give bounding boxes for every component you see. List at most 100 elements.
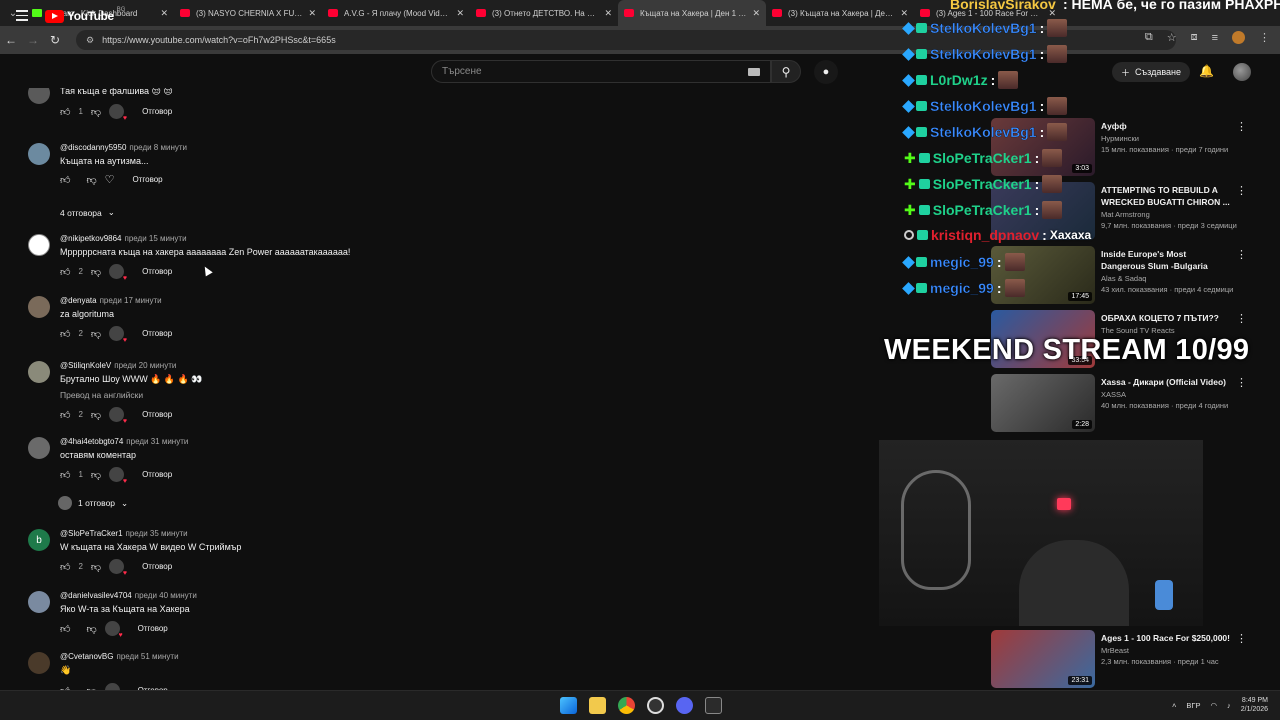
profile-avatar[interactable] bbox=[1232, 31, 1245, 44]
comment-author[interactable]: @StiliqnKoleV bbox=[60, 361, 111, 370]
comment-author[interactable]: @danielvasilev4704 bbox=[60, 591, 132, 600]
video-title[interactable]: ATTEMPTING TO REBUILD A WRECKED BUGATTI … bbox=[1101, 184, 1231, 208]
reply-button[interactable]: Отговор bbox=[142, 470, 172, 479]
reply-button[interactable]: Отговор bbox=[142, 329, 172, 338]
close-tab-icon[interactable]: ✕ bbox=[308, 8, 316, 19]
reply-button[interactable]: Отговор bbox=[142, 267, 172, 276]
commenter-avatar[interactable] bbox=[28, 437, 50, 459]
commenter-avatar[interactable] bbox=[28, 591, 50, 613]
dislike-icon[interactable]: 👎︎ bbox=[86, 174, 96, 186]
like-icon[interactable]: 👍︎ bbox=[60, 266, 70, 278]
channel-name[interactable]: Alas & Sadaq bbox=[1101, 274, 1233, 283]
more-actions-icon[interactable]: ⋮ bbox=[1236, 120, 1247, 133]
dislike-icon[interactable]: 👎︎ bbox=[86, 623, 96, 635]
back-icon[interactable]: ← bbox=[0, 33, 22, 47]
forward-icon[interactable]: → bbox=[22, 33, 44, 47]
commenter-avatar[interactable] bbox=[28, 234, 50, 256]
dislike-icon[interactable]: 👎︎ bbox=[91, 266, 101, 278]
reply-button[interactable]: Отговор bbox=[142, 107, 172, 116]
replies-toggle[interactable]: 1 отговор ⌄ bbox=[58, 496, 128, 510]
comment-time[interactable]: преди 51 минути bbox=[116, 652, 178, 661]
more-actions-icon[interactable]: ⋮ bbox=[1236, 376, 1247, 389]
media-controls-icon[interactable]: ≡ bbox=[1212, 32, 1218, 44]
account-avatar[interactable] bbox=[1233, 63, 1251, 81]
dislike-icon[interactable]: 👎︎ bbox=[91, 106, 101, 118]
comment-time[interactable]: преди 40 минути bbox=[135, 591, 197, 600]
browser-tab[interactable]: Къщата на Хакера | Ден 1 (CA ✕ bbox=[618, 0, 766, 26]
reply-button[interactable]: Отговор bbox=[142, 562, 172, 571]
video-title[interactable]: Ages 1 - 100 Race For $250,000! bbox=[1101, 632, 1231, 644]
browser-tab[interactable]: (3) NASYO CHERNIA X FURY X ✕ bbox=[174, 0, 322, 26]
youtube-logo[interactable]: YouTube BG bbox=[45, 7, 125, 23]
like-icon[interactable]: 👍︎ bbox=[60, 469, 70, 481]
channel-name[interactable]: MrBeast bbox=[1101, 646, 1231, 655]
voice-search-button[interactable]: ● bbox=[814, 60, 838, 84]
like-icon[interactable]: 👍︎ bbox=[60, 328, 70, 340]
site-info-icon[interactable]: ⚙ bbox=[86, 35, 94, 46]
comment-author[interactable]: @SloPeTraCker1 bbox=[60, 529, 123, 538]
open-in-app-icon[interactable]: ⧉ bbox=[1145, 31, 1153, 44]
create-button[interactable]: ＋ Създаване bbox=[1112, 62, 1190, 82]
like-icon[interactable]: 👍︎ bbox=[60, 561, 70, 573]
video-title[interactable]: ОБРАХА КОЦЕТО 7 ПЪТИ?? bbox=[1101, 312, 1231, 324]
volume-icon[interactable]: ♪ bbox=[1227, 701, 1231, 710]
more-actions-icon[interactable]: ⋮ bbox=[1236, 632, 1247, 645]
start-menu-icon[interactable] bbox=[560, 697, 577, 714]
related-video[interactable]: 23:31 Ages 1 - 100 Race For $250,000! MrBe… bbox=[880, 630, 1280, 690]
like-icon[interactable]: 👍︎ bbox=[60, 106, 70, 118]
close-tab-icon[interactable]: ✕ bbox=[900, 8, 908, 19]
address-bar[interactable]: ⚙ https://www.youtube.com/watch?v=oFh7w2… bbox=[76, 30, 1176, 50]
keyboard-icon[interactable] bbox=[748, 67, 760, 76]
video-title[interactable]: Xassa - Дикари (Official Video) bbox=[1101, 376, 1231, 388]
channel-name[interactable]: Нурмински bbox=[1101, 134, 1231, 143]
browser-tab[interactable]: (3) Къщата на Хакера | Ден 1 ✕ bbox=[766, 0, 914, 26]
video-title[interactable]: Ауфф bbox=[1101, 120, 1231, 132]
comment-time[interactable]: преди 35 минути bbox=[126, 529, 188, 538]
related-video[interactable]: 2:28 Xassa - Дикари (Official Video) XASSA… bbox=[880, 374, 1280, 434]
close-tab-icon[interactable]: ✕ bbox=[456, 8, 464, 19]
close-tab-icon[interactable]: ✕ bbox=[752, 8, 760, 19]
tray-chevron-icon[interactable]: ˄ bbox=[1172, 701, 1176, 710]
chrome-icon[interactable] bbox=[618, 697, 635, 714]
menu-icon[interactable] bbox=[16, 10, 28, 24]
comment-author[interactable]: @discodanny5950 bbox=[60, 143, 126, 152]
browser-tab[interactable]: (3) Отнето ДЕТСТВО. На 5 - Yo ✕ bbox=[470, 0, 618, 26]
commenter-avatar[interactable]: b bbox=[28, 529, 50, 551]
video-thumbnail[interactable]: 23:31 bbox=[991, 630, 1095, 688]
terminal-icon[interactable] bbox=[705, 697, 722, 714]
reply-button[interactable]: Отговор bbox=[132, 175, 162, 184]
more-actions-icon[interactable]: ⋮ bbox=[1236, 248, 1247, 261]
search-input[interactable]: Търсене bbox=[431, 60, 771, 83]
related-video[interactable]: ATTEMPTING TO REBUILD A WRECKED BUGATTI … bbox=[880, 182, 1280, 242]
commenter-avatar[interactable] bbox=[28, 361, 50, 383]
channel-name[interactable]: Mat Armstrong bbox=[1101, 210, 1237, 219]
close-tab-icon[interactable]: ✕ bbox=[160, 8, 168, 19]
search-button[interactable]: ⚲ bbox=[771, 60, 801, 83]
heart-icon[interactable]: ♡ bbox=[105, 173, 115, 186]
comment-time[interactable]: преди 17 минути bbox=[100, 296, 162, 305]
clock[interactable]: 8:49 PM 2/1/2026 bbox=[1241, 696, 1268, 714]
notifications-bell-icon[interactable]: 🔔 bbox=[1199, 64, 1214, 78]
like-icon[interactable]: 👍︎ bbox=[60, 409, 70, 421]
browser-tab[interactable]: A.V.G - Я плачу (Mood Video) ✕ bbox=[322, 0, 470, 26]
file-explorer-icon[interactable] bbox=[589, 697, 606, 714]
dislike-icon[interactable]: 👎︎ bbox=[91, 409, 101, 421]
dislike-icon[interactable]: 👎︎ bbox=[91, 469, 101, 481]
more-actions-icon[interactable]: ⋮ bbox=[1236, 184, 1247, 197]
wifi-icon[interactable]: ◠ bbox=[1210, 701, 1217, 710]
related-video[interactable]: 3:03 Ауфф Нурмински 15 млн. показвания · пр… bbox=[880, 118, 1280, 178]
video-thumbnail[interactable]: 3:03 bbox=[991, 118, 1095, 176]
dislike-icon[interactable]: 👎︎ bbox=[91, 328, 101, 340]
dislike-icon[interactable]: 👎︎ bbox=[91, 561, 101, 573]
video-thumbnail[interactable]: 17:45 bbox=[991, 246, 1095, 304]
reload-icon[interactable]: ↻ bbox=[44, 33, 66, 47]
like-icon[interactable]: 👍︎ bbox=[60, 623, 70, 635]
comment-time[interactable]: преди 20 минути bbox=[114, 361, 176, 370]
video-thumbnail[interactable] bbox=[991, 182, 1095, 240]
more-actions-icon[interactable]: ⋮ bbox=[1236, 312, 1247, 325]
comment-author[interactable]: @nikipetkov9864 bbox=[60, 234, 122, 243]
like-icon[interactable]: 👍︎ bbox=[60, 174, 70, 186]
comment-time[interactable]: преди 15 минути bbox=[125, 234, 187, 243]
video-thumbnail[interactable]: 2:28 bbox=[991, 374, 1095, 432]
commenter-avatar[interactable] bbox=[28, 652, 50, 674]
